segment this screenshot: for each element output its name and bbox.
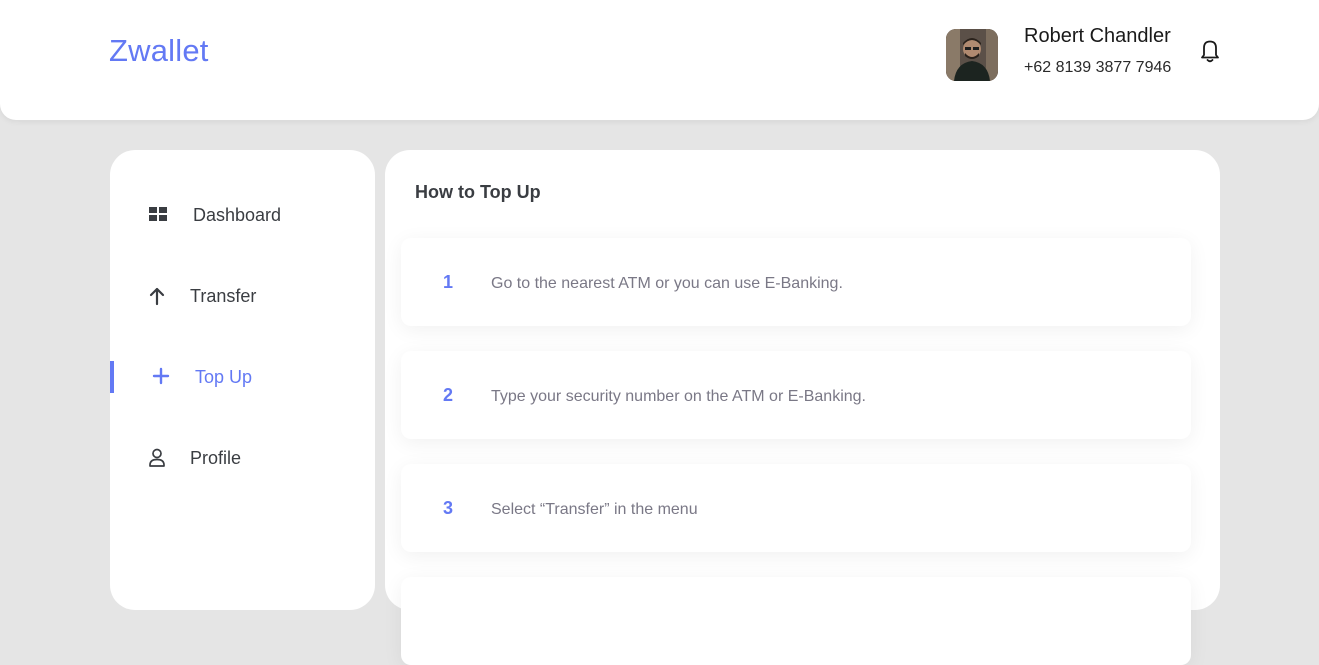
- plus-icon: [150, 365, 174, 389]
- main-content: How to Top Up 1 Go to the nearest ATM or…: [385, 150, 1220, 665]
- step-card: 3 Select “Transfer” in the menu: [401, 464, 1191, 552]
- sidebar-item-label: Top Up: [195, 366, 253, 387]
- notification-button[interactable]: [1198, 36, 1222, 64]
- step-text: Select “Transfer” in the menu: [491, 501, 698, 518]
- sidebar-item-label: Dashboard: [193, 204, 282, 225]
- step-text: Type your security number on the ATM or …: [491, 388, 866, 405]
- page-title: How to Top Up: [415, 182, 541, 202]
- step-card: 2 Type your security number on the ATM o…: [401, 351, 1191, 439]
- sidebar: Dashboard Transfer Top Up Profile: [110, 150, 375, 610]
- sidebar-item-label: Profile: [190, 447, 242, 468]
- bell-icon: [1201, 40, 1219, 63]
- sidebar-item-transfer[interactable]: Transfer: [110, 276, 375, 316]
- step-card: 1 Go to the nearest ATM or you can use E…: [401, 238, 1191, 326]
- brand-logo[interactable]: Zwallet: [109, 33, 209, 69]
- user-icon: [146, 446, 170, 470]
- grid-icon: [148, 203, 172, 227]
- sidebar-item-top-up[interactable]: Top Up: [110, 357, 375, 397]
- step-text: Go to the nearest ATM or you can use E-B…: [491, 275, 843, 292]
- top-header: Zwallet Robert Chandler +62 8139 3877 79…: [0, 0, 1319, 120]
- user-phone: +62 8139 3877 7946: [1024, 59, 1172, 76]
- step-number: 3: [443, 498, 454, 518]
- step-number: 2: [443, 385, 454, 405]
- user-avatar[interactable]: [946, 29, 998, 81]
- user-name: Robert Chandler: [1024, 25, 1171, 47]
- step-card-partial: [401, 577, 1191, 665]
- step-number: 1: [443, 272, 454, 292]
- arrow-up-icon: [146, 284, 170, 308]
- sidebar-item-label: Transfer: [190, 285, 257, 306]
- sidebar-item-profile[interactable]: Profile: [110, 438, 375, 478]
- user-avatar-photo: [946, 29, 998, 81]
- sidebar-item-dashboard[interactable]: Dashboard: [110, 195, 375, 235]
